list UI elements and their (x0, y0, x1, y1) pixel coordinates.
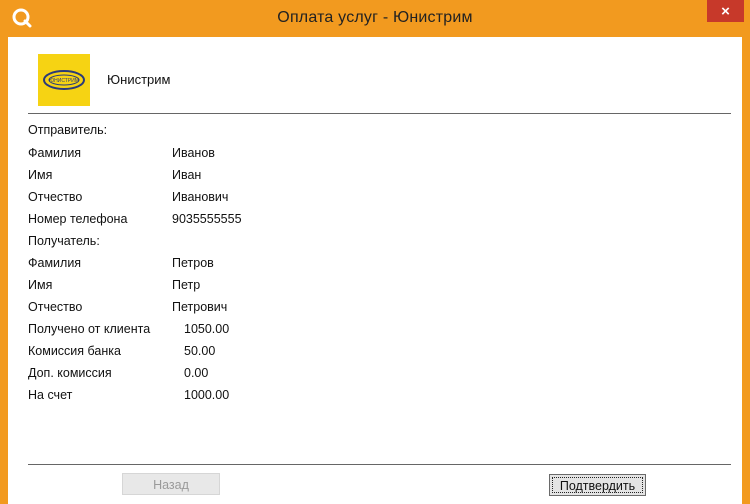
title-bar[interactable]: Оплата услуг - Юнистрим × (0, 0, 750, 37)
received-amount-value: 1050.00 (184, 322, 230, 336)
sender-phone-label: Номер телефона (28, 212, 128, 226)
window-title: Оплата услуг - Юнистрим (277, 9, 473, 26)
recipient-heading: Получатель: (28, 234, 100, 248)
top-divider (28, 113, 731, 114)
to-account-value: 1000.00 (184, 388, 230, 402)
bank-fee-label: Комиссия банка (28, 344, 121, 358)
payment-window: Оплата услуг - Юнистрим × ЮНИСТРИМ Юнист… (0, 0, 750, 504)
bottom-divider (28, 464, 731, 465)
logo-text: ЮНИСТРИМ (49, 78, 79, 84)
sender-firstname-value: Иван (172, 168, 202, 182)
unistream-logo-icon: ЮНИСТРИМ (43, 70, 85, 90)
received-amount-label: Получено от клиента (28, 322, 151, 336)
recipient-firstname-label: Имя (28, 278, 53, 292)
provider-logo: ЮНИСТРИМ (38, 54, 90, 106)
bank-fee-value: 50.00 (184, 344, 216, 358)
to-account-label: На счет (28, 388, 73, 402)
recipient-firstname-value: Петр (172, 278, 201, 292)
back-button[interactable]: Назад (122, 473, 220, 495)
sender-patronymic-label: Отчество (28, 190, 83, 204)
recipient-lastname-value: Петров (172, 256, 214, 270)
sender-lastname-value: Иванов (172, 146, 215, 160)
extra-fee-label: Доп. комиссия (28, 366, 112, 380)
sender-lastname-label: Фамилия (28, 146, 82, 160)
recipient-patronymic-value: Петрович (172, 300, 228, 314)
confirm-button[interactable]: Подтвердить (549, 474, 646, 496)
close-button[interactable]: × (707, 0, 744, 22)
sender-phone-value: 9035555555 (172, 212, 242, 226)
extra-fee-value: 0.00 (184, 366, 209, 380)
sender-heading: Отправитель: (28, 123, 108, 137)
client-area: ЮНИСТРИМ Юнистрим Отправитель: Фамилия И… (8, 37, 742, 504)
recipient-lastname-label: Фамилия (28, 256, 82, 270)
sender-patronymic-value: Иванович (172, 190, 229, 204)
provider-name: Юнистрим (107, 72, 171, 87)
recipient-patronymic-label: Отчество (28, 300, 83, 314)
sender-firstname-label: Имя (28, 168, 53, 182)
close-icon: × (721, 2, 730, 20)
